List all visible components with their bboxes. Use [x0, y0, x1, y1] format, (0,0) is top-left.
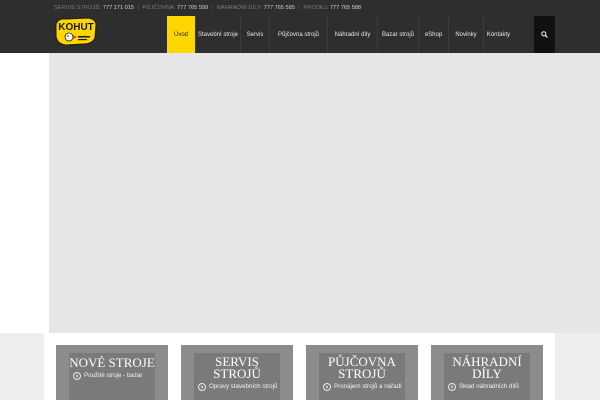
service-box-title: SERVIS STROJŮ	[194, 355, 280, 381]
nav-item[interactable]: Servis	[240, 16, 269, 53]
search-button[interactable]	[534, 16, 555, 53]
service-box-title-line: NOVÉ STROJE	[69, 355, 155, 370]
chevron-right-icon	[448, 382, 456, 391]
service-box-link[interactable]: Použité stroje - bazar	[73, 371, 153, 380]
nav-item[interactable]: Bazar strojů	[377, 16, 418, 53]
service-box-link-text: Použité stroje - bazar	[84, 372, 143, 379]
service-box-panel: SERVIS STROJŮ Opravy stavebních strojů	[194, 353, 280, 400]
service-box-nove-stroje[interactable]: NOVÉ STROJE Použité stroje - bazar	[56, 345, 168, 400]
service-box-servis[interactable]: SERVIS STROJŮ Opravy stavebních strojů	[181, 345, 293, 400]
contact-separator: |	[211, 5, 214, 11]
kohut-logo-icon: KOHUT	[55, 17, 97, 46]
nav-item[interactable]: eShop	[418, 16, 448, 53]
contact-phone-prodej[interactable]: 777 765 588	[330, 5, 361, 11]
service-box-link[interactable]: Sklad náhradních dílů	[448, 382, 528, 391]
chevron-right-icon	[73, 371, 81, 380]
site-header: SERVIS STROJŮ: 777 171 015 | PŮJČOVNA: 7…	[0, 0, 600, 53]
nav-item[interactable]: Náhradní díly	[327, 16, 377, 53]
service-box-panel: NOVÉ STROJE Použité stroje - bazar	[69, 353, 155, 400]
nav-item[interactable]: Novinky	[448, 16, 483, 53]
contact-phone-dily[interactable]: 777 765 585	[264, 5, 295, 11]
service-box-title-line: STROJŮ	[213, 366, 261, 381]
contact-label-servis: SERVIS STROJŮ:	[54, 5, 102, 11]
service-box-title: NÁHRADNÍ DÍLY	[444, 355, 530, 381]
service-box-title-line: DÍLY	[472, 366, 502, 381]
contact-separator: |	[298, 5, 300, 11]
service-box-panel: NÁHRADNÍ DÍLY Sklad náhradních dílů	[444, 353, 530, 400]
nav-item[interactable]: Půjčovna strojů	[269, 16, 327, 53]
nav-item[interactable]: Kontakty	[483, 16, 513, 53]
contact-label-prodej: PRODEJ:	[303, 5, 329, 11]
service-box-nahradni-dily[interactable]: NÁHRADNÍ DÍLY Sklad náhradních dílů	[431, 345, 543, 400]
service-box-pujcovna[interactable]: PŮJČOVNA STROJŮ Pronájem strojů a nářadí	[306, 345, 418, 400]
chevron-right-icon	[323, 382, 331, 391]
service-box-panel: PŮJČOVNA STROJŮ Pronájem strojů a nářadí	[319, 353, 405, 400]
service-box-title: NOVÉ STROJE	[69, 356, 155, 369]
service-box-link-text: Opravy stavebních strojů	[209, 383, 278, 390]
contact-separator: |	[137, 5, 139, 11]
search-icon	[541, 31, 548, 38]
service-box-link[interactable]: Opravy stavebních strojů	[198, 382, 278, 391]
contact-bar: SERVIS STROJŮ: 777 171 015 | PŮJČOVNA: 7…	[54, 4, 361, 12]
hero-slider[interactable]	[49, 53, 600, 333]
nav-item[interactable]: Stavební stroje	[195, 16, 240, 53]
service-box-link-text: Pronájem strojů a nářadí	[334, 383, 402, 390]
site-logo[interactable]: KOHUT	[54, 16, 98, 46]
contact-label-dily: NÁHRADNÍ DÍLY:	[216, 5, 263, 11]
contact-phone-servis[interactable]: 777 171 015	[103, 5, 134, 11]
contact-phone-pujcovna[interactable]: 777 765 599	[177, 5, 208, 11]
svg-text:KOHUT: KOHUT	[58, 22, 94, 33]
chevron-right-icon	[198, 382, 206, 391]
nav-item[interactable]: Úvod	[167, 16, 195, 53]
service-box-link-text: Sklad náhradních dílů	[459, 383, 519, 390]
service-box-link[interactable]: Pronájem strojů a nářadí	[323, 382, 403, 391]
service-box-title: PŮJČOVNA STROJŮ	[319, 355, 405, 381]
main-navigation: Úvod Stavební stroje Servis Půjčovna strojů…	[167, 16, 513, 53]
service-box-title-line: STROJŮ	[338, 366, 386, 381]
contact-label-pujcovna: PŮJČOVNA:	[142, 5, 176, 11]
